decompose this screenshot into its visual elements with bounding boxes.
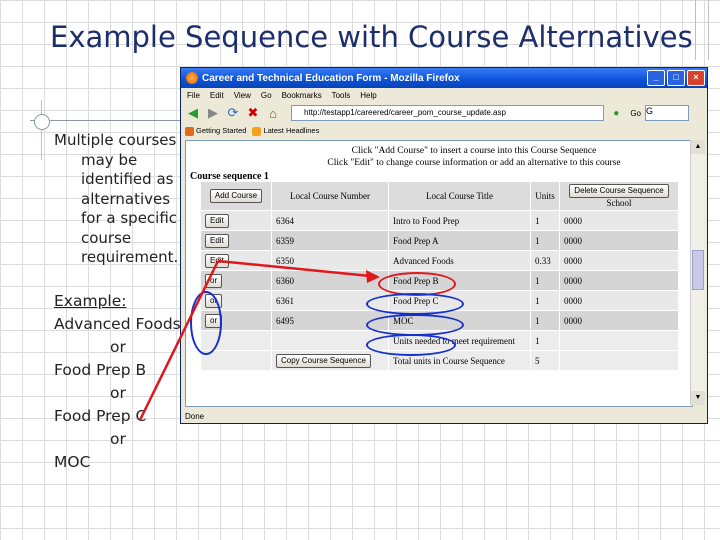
red-arrow-line	[217, 259, 371, 278]
red-arrow-line	[138, 260, 220, 421]
red-arrow-head	[366, 270, 380, 283]
annotation-arrows	[138, 259, 380, 421]
